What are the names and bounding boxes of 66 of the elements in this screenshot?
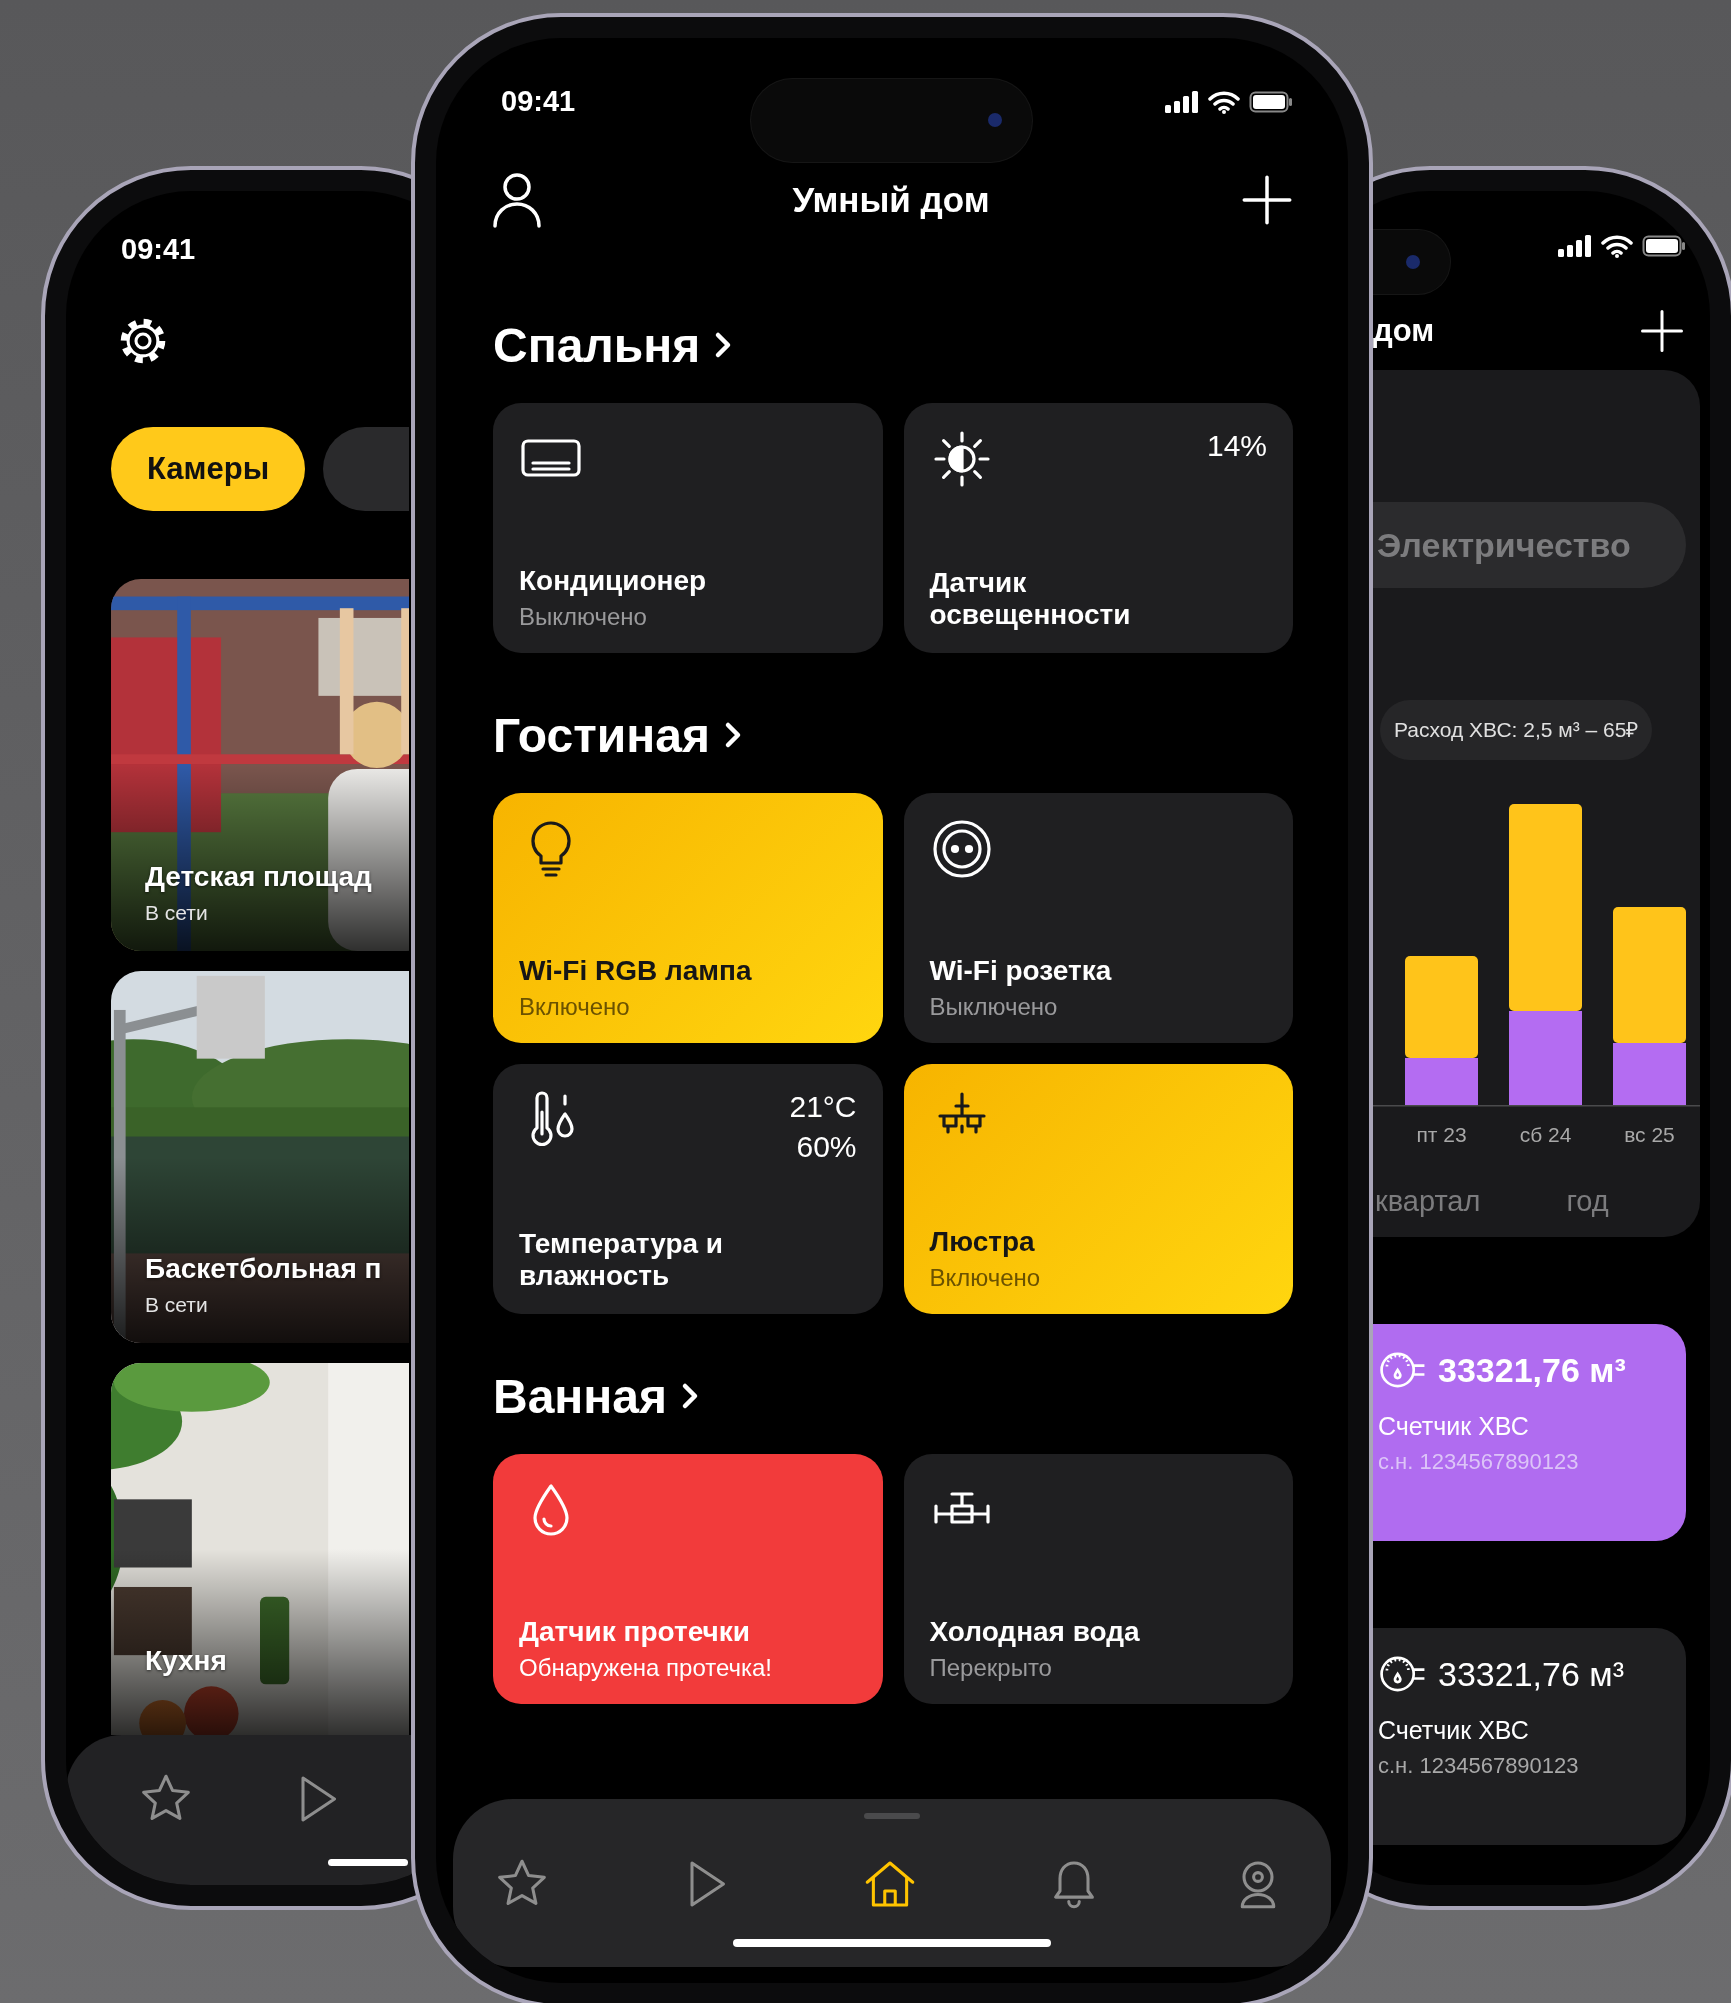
- device-name: Датчик протечки: [519, 1615, 751, 1648]
- chevron-icon[interactable]: [723, 720, 742, 750]
- status-time: 09:41: [121, 232, 196, 266]
- device-status: Включено: [929, 1264, 1042, 1292]
- status-time: 09:41: [501, 85, 576, 118]
- plus-icon[interactable]: [1638, 307, 1686, 355]
- camera-title: Детская площад: [145, 861, 372, 893]
- screen-title: дом: [1373, 313, 1435, 349]
- signal-icon: [1558, 235, 1592, 257]
- device-name: Wi-Fi RGB лампа: [519, 954, 753, 987]
- profile-icon[interactable]: [491, 172, 543, 228]
- device-status: Перекрыто: [929, 1654, 1053, 1682]
- meter-name: Счетчик ХВС: [1378, 1412, 1530, 1441]
- tab[interactable]: Камеры: [111, 427, 306, 511]
- device-name: Wi-Fi розетка: [929, 954, 1113, 987]
- device-status: Включено: [519, 993, 631, 1021]
- device-name: Кондиционер: [519, 564, 708, 597]
- room-title[interactable]: Гостиная: [493, 707, 710, 763]
- screen-title: Умный дом: [792, 180, 990, 220]
- serial-number: с.н. 1234567890123: [1378, 1753, 1580, 1779]
- device-card[interactable]: Wi-Fi розетка Выключено: [903, 793, 1293, 1043]
- battery-icon: [1249, 90, 1293, 113]
- device-card[interactable]: 21°C 60% Температура и влажность: [493, 1064, 883, 1314]
- device-name: Датчик освещенности: [929, 566, 1132, 631]
- device-card[interactable]: 14% Датчик освещенности: [903, 403, 1293, 653]
- device-name: Люстра: [929, 1225, 1036, 1258]
- drag-handle[interactable]: [864, 1813, 920, 1819]
- meter-card[interactable]: 33321,76 м³ Счетчик ХВС с.н. 1234567890123: [1373, 1628, 1686, 1845]
- signal-icon: [1165, 90, 1199, 113]
- axis-label: сб 24: [1518, 1123, 1573, 1147]
- meter-reading: 33321,76 м³: [1438, 1654, 1624, 1694]
- meter-name: Счетчик ХВС: [1378, 1716, 1530, 1745]
- device-status: Выключено: [519, 603, 648, 631]
- axis-label: пт 23: [1415, 1123, 1468, 1147]
- period-tab[interactable]: год: [1566, 1180, 1609, 1222]
- device-status: Обнаружена протечка!: [519, 1654, 774, 1682]
- sensor-value: 21°C: [789, 1090, 857, 1124]
- device-card[interactable]: Люстра Включено: [903, 1064, 1293, 1314]
- device-name: Холодная вода: [929, 1615, 1141, 1648]
- consumption-summary: Расход ХВС: 2,5 м³ – 65₽: [1380, 700, 1653, 760]
- device-card[interactable]: Холодная вода Перекрыто: [903, 1454, 1293, 1704]
- camera-title: Баскетбольная п: [145, 1253, 382, 1285]
- wifi-icon: [1208, 89, 1240, 114]
- camera-status: В сети: [145, 1293, 209, 1317]
- chevron-icon[interactable]: [714, 330, 733, 360]
- meter-reading: 33321,76 м³: [1438, 1350, 1626, 1390]
- wifi-icon: [1601, 234, 1633, 258]
- device-card[interactable]: Датчик протечки Обнаружена протечка!: [493, 1454, 883, 1704]
- camera-status: В сети: [145, 901, 209, 925]
- room-title[interactable]: Спальня: [493, 317, 701, 373]
- camera-title: Кухня: [145, 1645, 227, 1677]
- camera-card[interactable]: Кухня: [111, 1363, 409, 1735]
- battery-icon: [1642, 235, 1686, 257]
- period-tab[interactable]: квартал: [1375, 1180, 1481, 1222]
- device-card[interactable]: Wi-Fi RGB лампа Включено: [493, 793, 883, 1043]
- device-name: Температура и влажность: [519, 1227, 725, 1292]
- camera-card[interactable]: Баскетбольная п В сети: [111, 971, 409, 1343]
- device-card[interactable]: Кондиционер Выключено: [493, 403, 883, 653]
- room-title[interactable]: Ванная: [493, 1368, 668, 1424]
- serial-number: с.н. 1234567890123: [1378, 1449, 1580, 1475]
- device-status: Выключено: [929, 993, 1059, 1021]
- axis-label: вс 25: [1623, 1123, 1676, 1147]
- sensor-value: 14%: [1206, 429, 1267, 463]
- camera-card[interactable]: Детская площад В сети: [111, 579, 409, 951]
- chevron-icon[interactable]: [681, 1381, 700, 1411]
- sensor-value: 60%: [796, 1130, 857, 1164]
